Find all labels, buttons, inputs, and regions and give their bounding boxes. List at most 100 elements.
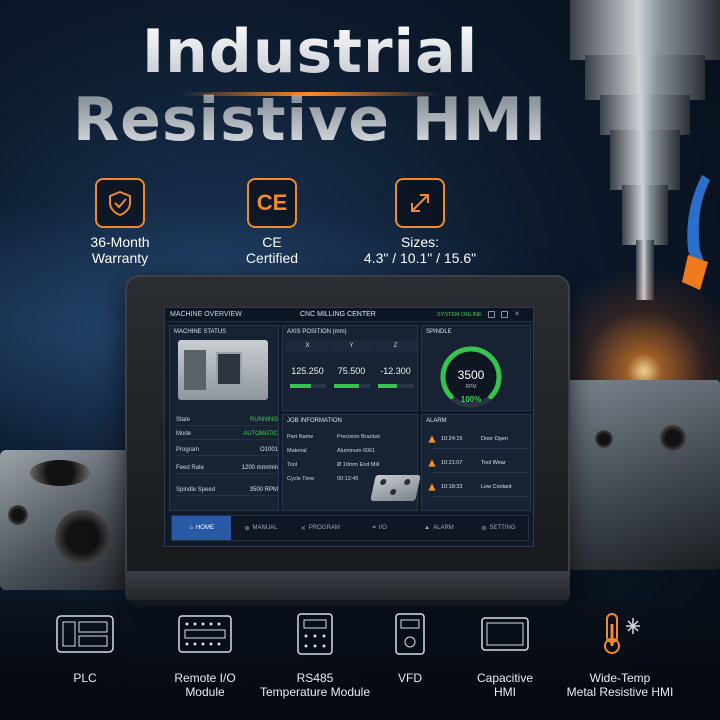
spindle-rpm-unit: RPM [465,384,476,390]
io-icon: ⌗ [372,524,376,531]
axis-position-title: AXIS POSITION (mm) [287,329,347,335]
axis-y-label: Y [330,340,373,352]
axis-x-value: 125.250 [291,366,324,376]
job-tool-value: Ø 10mm End Mill [337,462,380,468]
status-feed-value: 1200 mm/min [241,464,278,471]
job-information-title: JOB INFORMATION [287,418,342,424]
plc-icon [56,615,114,653]
title-line-1: Industrial [141,17,479,87]
title-underline-glow [180,92,440,96]
alarm-row[interactable]: 10:21:07 Tool Wear [428,453,532,473]
job-cycle-value: 00:12:45 [337,476,359,482]
axis-z-column: Z -12.300 [374,340,417,388]
feature-warranty-line2: Warranty [91,250,149,266]
alarm-time: 10:21:07 [441,459,463,466]
axis-y-bar [333,384,370,388]
spindle-gauge: 3500 RPM 100% [440,346,502,408]
axis-z-label: Z [374,340,417,352]
status-program-label: Program [176,446,200,453]
alarm-row[interactable]: 10:24:15 Door Open [428,429,532,449]
axis-z-bar [377,384,414,388]
remote-io-icon [178,615,232,653]
product-rs485: RS485 Temperature Module [250,612,380,699]
status-row-feed-rate: Feed Rate 1200 mm/min [176,462,278,474]
feature-warranty: 36-Month Warranty [70,178,170,266]
home-icon: ⌂ [189,525,193,531]
job-row-material: Material Aluminum 6061 [287,445,407,457]
spindle-title: SPINDLE [426,329,452,335]
nav-home-button[interactable]: ⌂ HOME [172,516,232,540]
cnc-machine-image [178,340,268,400]
expand-arrows-icon [395,178,445,228]
product-wide-temp-line1: Wide-Temp [589,671,651,685]
product-rs485-line2: Temperature Module [259,685,371,699]
nav-program-label: PROGRAM [308,525,340,531]
axis-y-value: 75.500 [337,366,366,376]
alarm-panel: ALARM 10:24:15 Door Open 10:21:07 Tool W… [421,414,532,511]
job-part-label: Part Name [287,434,314,440]
window-minimize-icon[interactable] [488,311,495,318]
job-material-label: Material [287,448,307,454]
axis-x-column: X 125.250 [286,340,329,388]
product-rs485-line1: RS485 [296,671,334,685]
job-material-value: Aluminum 6061 [337,448,376,454]
hmi-header-bar: MACHINE OVERVIEW CNC MILLING CENTER SYST… [165,308,533,322]
alarm-time: 10:24:15 [441,435,463,442]
product-vfd: VFD [380,612,440,685]
window-restore-icon[interactable] [501,311,508,318]
page-title: Industrial Resistive HMI [0,18,620,154]
feature-sizes-line2: 4.3" / 10.1" / 15.6" [363,250,477,266]
alarm-message: Door Open [481,435,508,442]
status-program-value: O1001 [259,446,278,453]
job-tool-label: Tool [287,462,298,468]
poster-scene: Industrial Resistive HMI 36-Month Warran… [0,0,720,720]
status-row-mode: Mode AUTOMATIC [176,428,278,440]
axis-x-bar [289,384,326,388]
product-vfd-line1: VFD [398,671,422,685]
alarm-title: ALARM [426,418,447,424]
feature-ce: CE CE Certified [222,178,322,266]
program-icon: ✕ [300,525,306,532]
vfd-icon [395,613,425,655]
product-capacitive-line1: Capacitive [476,671,534,685]
status-row-state: State RUNNING [176,414,278,426]
nav-manual-button[interactable]: ⊕ MANUAL [231,516,290,540]
alarm-time: 10:18:33 [441,483,463,490]
status-row-program: Program O1001 [176,444,278,456]
product-remote-io-line2: Module [185,685,225,699]
nav-program-button[interactable]: ✕ PROGRAM [291,516,350,540]
nav-io-button[interactable]: ⌗ I/O [350,516,409,540]
job-row-part: Part Name Precision Bracket [287,431,407,443]
close-icon[interactable]: ✕ [514,311,521,318]
header-cnc-title: CNC MILLING CENTER [300,311,376,318]
capacitive-hmi-icon [481,617,529,651]
status-spindle-label: Spindle Speed [176,486,216,493]
warning-icon [428,482,436,491]
nav-setting-button[interactable]: ⚙ SETTING [469,516,528,540]
feature-ce-line1: CE [262,234,282,250]
alarm-icon: ▲ [424,525,431,531]
product-capacitive-line2: HMI [494,685,516,699]
product-plc: PLC [45,612,125,685]
axis-z-value: -12.300 [380,366,411,376]
product-capacitive-hmi: Capacitive HMI [460,612,550,699]
feature-warranty-line1: 36-Month [90,234,150,250]
alarm-message: Tool Wear [481,459,506,466]
axis-x-label: X [286,340,329,352]
nav-setting-label: SETTING [489,525,516,531]
hmi-nav-bar: ⌂ HOME ⊕ MANUAL ✕ PROGRAM ⌗ I/O ▲ ALARM ⚙ SETT… [171,515,529,541]
alarm-row[interactable]: 10:18:33 Low Coolant [428,477,532,497]
manual-icon: ⊕ [244,525,250,532]
shield-check-icon [95,178,145,228]
machine-status-title: MACHINE STATUS [174,329,227,335]
product-wide-temp-line2: Metal Resistive HMI [566,685,674,699]
status-spindle-value: 3500 RPM [249,486,278,493]
axis-position-panel: AXIS POSITION (mm) X 125.250 Y 75.500 Z … [282,325,418,411]
spindle-panel: SPINDLE 3500 RPM 100% [421,325,531,411]
job-part-value: Precision Bracket [337,434,380,440]
job-row-tool: Tool Ø 10mm End Mill [287,459,407,471]
nav-home-label: HOME [195,525,214,531]
spindle-percent: 100% [461,395,481,404]
nav-alarm-button[interactable]: ▲ ALARM [409,516,468,540]
feature-sizes-line1: Sizes: [400,234,440,250]
